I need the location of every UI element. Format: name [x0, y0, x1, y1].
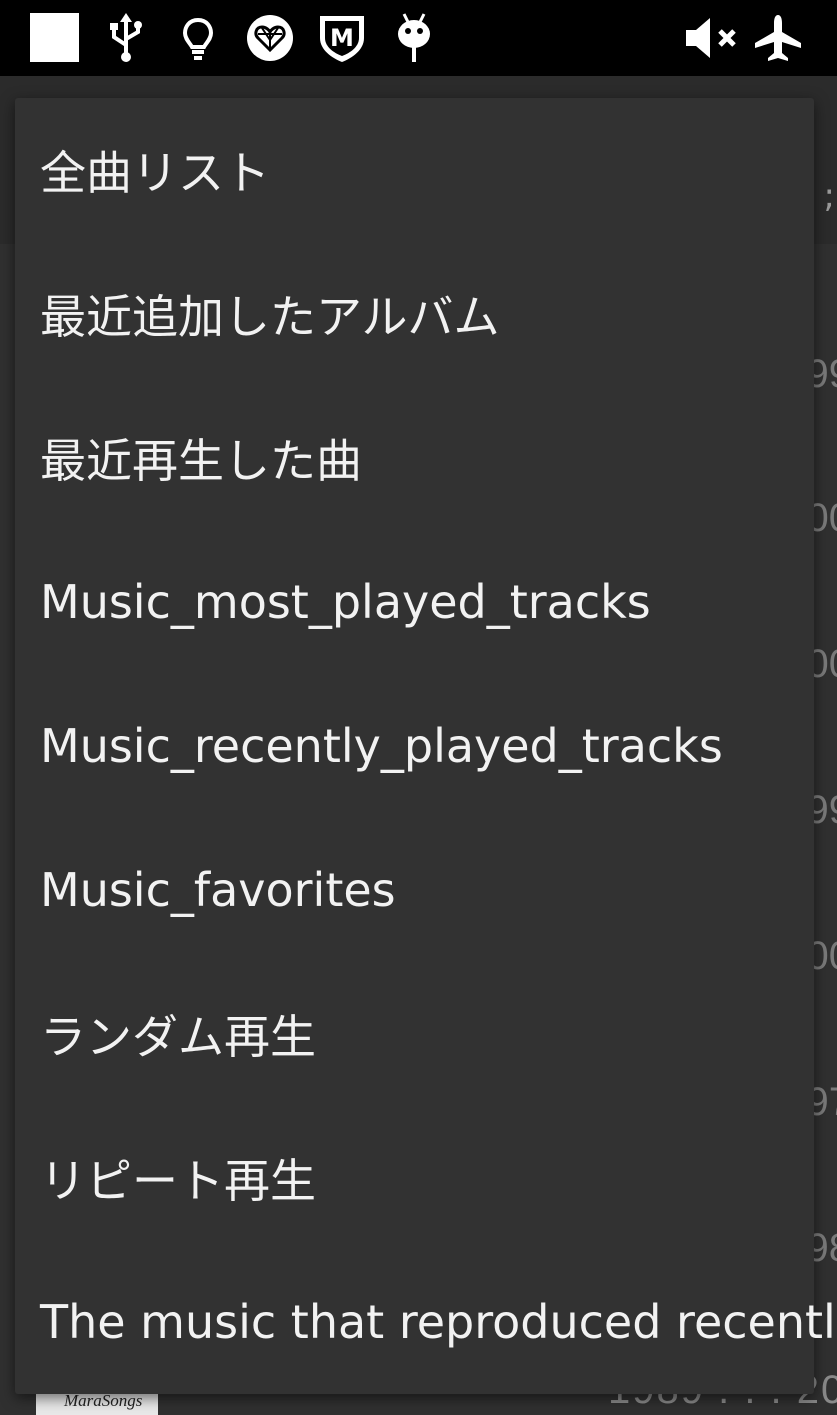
- menu-item-label: リピート再生: [40, 1154, 316, 1208]
- menu-item-repeat-play[interactable]: リピート再生: [15, 1106, 814, 1250]
- android-debug-icon: [386, 10, 442, 66]
- status-bar: M: [0, 0, 837, 76]
- menu-item-label: Music_recently_played_tracks: [40, 719, 723, 773]
- menu-item-reproduced-recently[interactable]: The music that reproduced recently: [15, 1250, 837, 1394]
- shield-m-icon: M: [314, 10, 370, 66]
- background-toolbar-glyph: ;: [823, 176, 835, 216]
- volume-muted-icon: [680, 10, 742, 66]
- menu-item-all-songs[interactable]: 全曲リスト: [15, 98, 814, 242]
- menu-item-most-played-tracks[interactable]: Music_most_played_tracks: [15, 530, 814, 674]
- album-thumbnail-text: MaraSongs: [64, 1391, 143, 1410]
- menu-item-recently-added-albums[interactable]: 最近追加したアルバム: [15, 242, 814, 386]
- menu-item-shuffle-play[interactable]: ランダム再生: [15, 962, 814, 1106]
- menu-item-label: ランダム再生: [40, 1010, 316, 1064]
- heart-app-icon: [242, 10, 298, 66]
- svg-text:M: M: [330, 24, 354, 52]
- menu-item-label: The music that reproduced recently: [40, 1295, 837, 1349]
- lightbulb-icon: [170, 10, 226, 66]
- menu-item-label: Music_favorites: [40, 863, 396, 917]
- menu-item-recently-played-songs[interactable]: 最近再生した曲: [15, 386, 814, 530]
- menu-item-label: 全曲リスト: [40, 146, 270, 200]
- menu-item-label: Music_most_played_tracks: [40, 575, 651, 629]
- menu-item-label: 最近追加したアルバム: [40, 290, 500, 344]
- notification-square-icon: [30, 13, 79, 62]
- usb-icon: [98, 10, 154, 66]
- playlist-dropdown-menu: 全曲リスト 最近追加したアルバム 最近再生した曲 Music_most_play…: [15, 98, 837, 1394]
- airplane-mode-icon: [750, 10, 806, 66]
- menu-item-recently-played-tracks[interactable]: Music_recently_played_tracks: [15, 674, 814, 818]
- menu-item-label: 最近再生した曲: [40, 434, 362, 488]
- menu-item-favorites[interactable]: Music_favorites: [15, 818, 814, 962]
